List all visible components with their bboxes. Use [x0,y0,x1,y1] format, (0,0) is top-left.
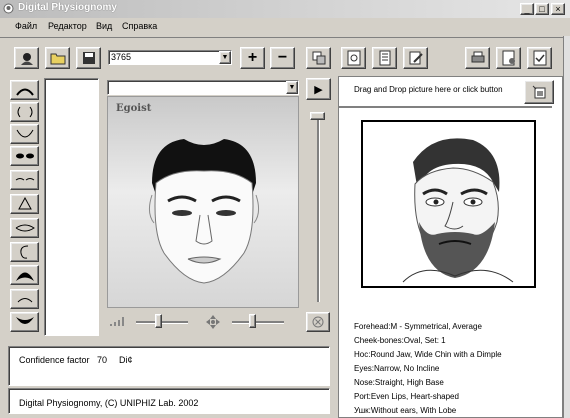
report-button[interactable] [341,47,366,69]
description-line: Forehead:M - Symmetrical, Average [354,322,482,331]
description-line: Eyes:Narrow, No Incline [354,364,440,373]
vertical-scrollbar[interactable] [563,36,570,418]
close-button[interactable]: × [551,3,565,15]
minimize-button[interactable]: _ [520,3,534,15]
description-line: Cheek-bones:Oval, Set: 1 [354,336,446,345]
photo-frame [361,120,536,288]
minus-button[interactable]: − [270,47,295,69]
horizontal-slider-1-thumb[interactable] [155,314,162,328]
jaw-icon [16,129,33,138]
open-folder-icon [50,53,65,65]
vertical-slider-thumb[interactable] [310,112,325,120]
eyes-button[interactable] [10,146,39,166]
portrait-photo [402,138,514,283]
composite-face-image [148,139,260,284]
lips-button[interactable] [10,218,39,238]
cancel-circle-icon [312,316,324,328]
list-button[interactable] [372,47,397,69]
number-combo-value: 3765 [111,52,132,62]
drag-drop-hint: Drag and Drop picture here or click butt… [354,85,503,94]
portrait-icon [20,53,33,65]
cheek-bones-button[interactable] [10,102,39,122]
face-canvas[interactable]: Egoist [107,96,299,308]
number-combo[interactable]: 3765 ▼ [108,50,232,65]
hair-button[interactable] [10,265,39,285]
edit-text-button[interactable] [403,47,428,69]
play-button[interactable]: ▶ [306,78,331,100]
app-icon [3,3,14,14]
horizontal-slider-2-track[interactable] [232,321,284,324]
settings-button[interactable] [496,47,521,69]
print-button[interactable] [465,47,490,69]
confidence-extra: Di¢ [119,355,133,365]
hair-icon [15,272,34,281]
menu-view[interactable]: Вид [96,21,112,31]
list-icon [379,50,390,66]
eyes-icon [15,153,34,159]
description-line: Ушк:Without ears, With Lobe [354,406,457,415]
copyright-text: Digital Physiognomy, (C) UNIPHIZ Lab. 20… [19,398,199,408]
combo-arrow-button[interactable]: ▼ [219,51,231,64]
open-button[interactable] [45,47,70,69]
forehead-button[interactable] [10,80,39,100]
portrait-button[interactable] [14,47,39,69]
lips-icon [15,224,35,232]
copyright-panel: Digital Physiognomy, (C) UNIPHIZ Lab. 20… [8,388,330,414]
checklist-icon [533,50,546,66]
face-type-label: Egoist [116,103,152,114]
menu-edit[interactable]: Редактор [48,21,87,31]
description-line: Nose:Straight, High Base [354,378,444,387]
dropdown-arrow-button[interactable]: ▼ [286,81,298,94]
maximize-button[interactable]: □ [535,3,549,15]
description-line: Hoc:Round Jaw, Wide Chin with a Dimple [354,350,502,359]
reset-button[interactable] [306,312,330,332]
save-button[interactable] [76,47,101,69]
nose-icon [17,197,32,210]
chin-button[interactable] [10,289,39,309]
forehead-icon [15,88,34,96]
feature-list[interactable] [44,78,99,336]
confidence-panel: Confidence factor 70 Di¢ [8,346,330,386]
description-line: Port:Even Lips, Heart-shaped [354,392,459,401]
eyebrows-button[interactable] [10,170,39,190]
nose-button[interactable] [10,194,39,214]
beard-icon [15,317,34,324]
horizontal-slider-2-thumb[interactable] [249,314,256,328]
save-disk-icon [82,52,95,64]
expression-dropdown[interactable]: ▼ [107,80,299,95]
check-button[interactable] [527,47,552,69]
compare-button[interactable] [306,47,331,69]
menu-help[interactable]: Справка [122,21,157,31]
chin-icon [17,298,32,303]
beard-button[interactable] [10,312,39,332]
vertical-slider-track[interactable] [317,118,320,302]
volume-icon [109,315,127,329]
edit-text-icon [409,51,423,65]
cheek-bones-icon [17,106,32,118]
load-picture-icon [532,85,546,99]
jaw-button[interactable] [10,124,39,144]
settings-icon [502,50,515,66]
ear-icon [19,245,28,259]
menu-separator [0,37,570,38]
report-icon [347,50,360,66]
plus-button[interactable]: + [240,47,265,69]
horizontal-slider-1-track[interactable] [136,321,188,324]
compare-icon [312,51,325,65]
panel-divider [338,106,552,108]
ear-button[interactable] [10,242,39,262]
window-title: Digital Physiognomy [18,2,117,13]
load-picture-button[interactable] [524,80,554,104]
printer-icon [471,51,484,63]
move-arrows-icon[interactable] [205,314,221,332]
menu-file[interactable]: Файл [15,21,37,31]
eyebrows-icon [15,178,34,181]
confidence-label: Confidence factor [19,355,90,365]
confidence-value: 70 [97,355,108,365]
